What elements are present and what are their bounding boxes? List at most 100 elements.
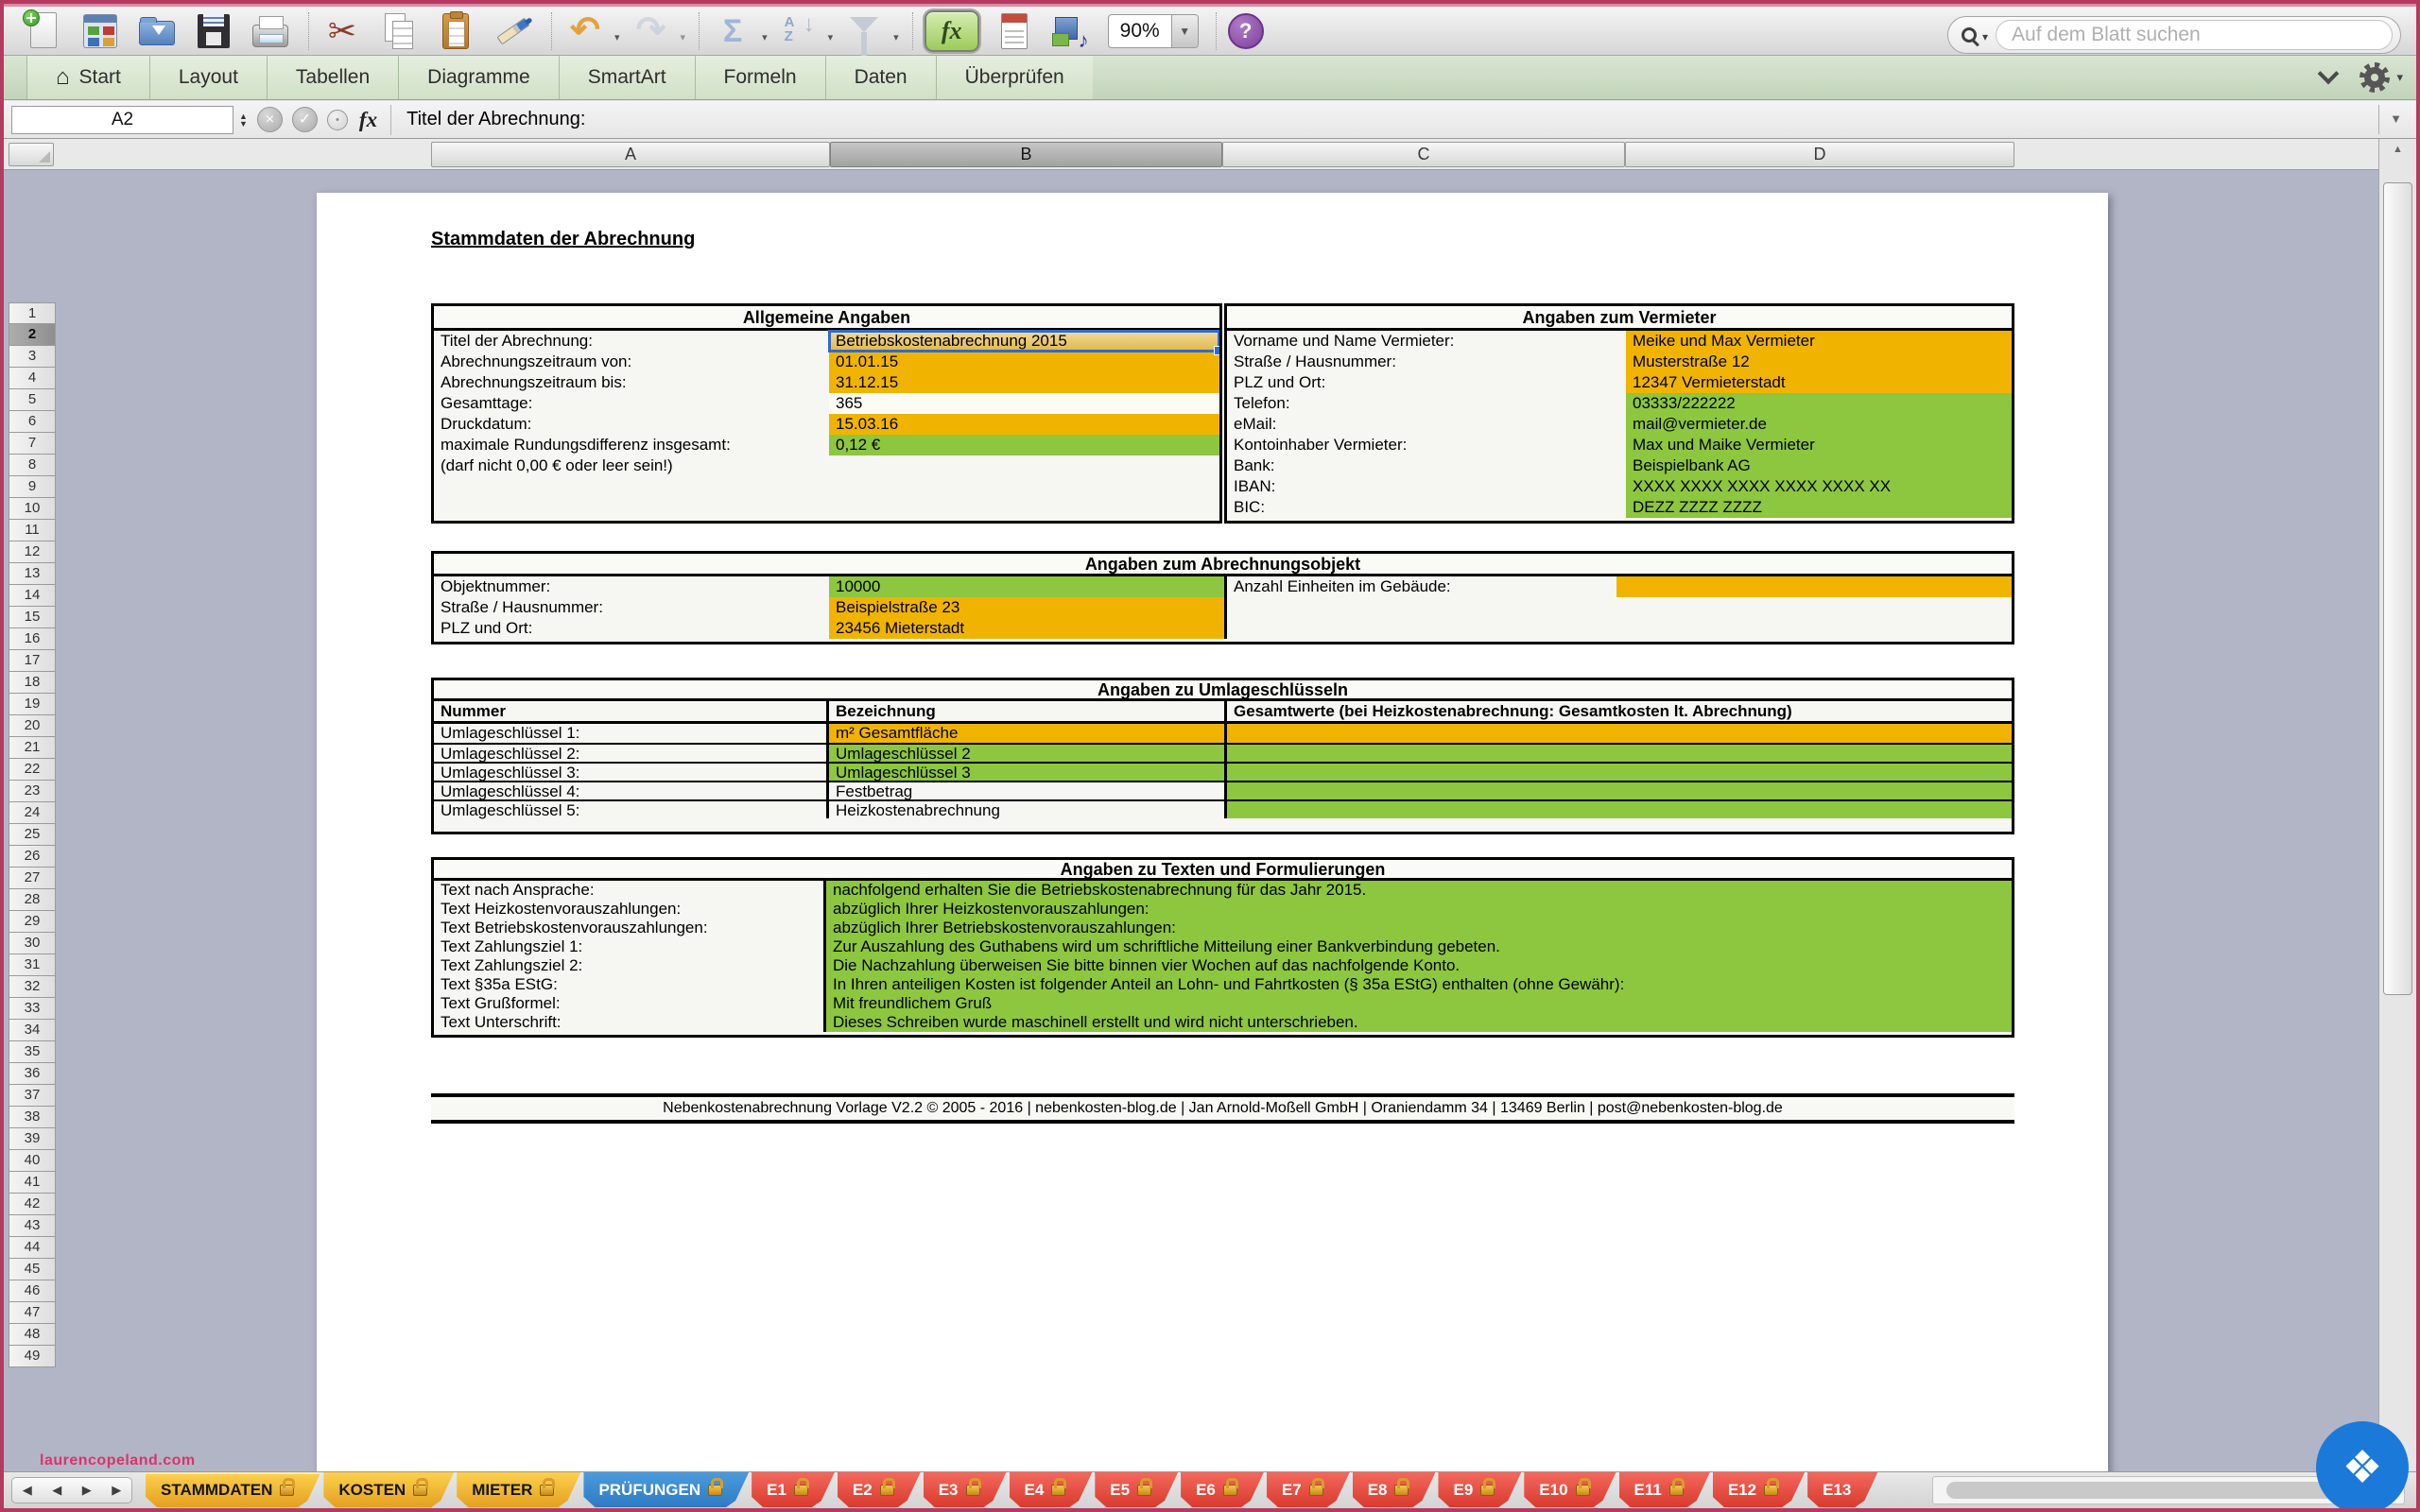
row-header-31[interactable]: 31 bbox=[9, 954, 56, 976]
undo-button[interactable]: ↶ bbox=[563, 9, 607, 53]
cell-value[interactable]: XXXX XXXX XXXX XXXX XXXX XX bbox=[1626, 476, 2012, 497]
horizontal-scroll-thumb[interactable] bbox=[1946, 1482, 2362, 1499]
cell-label[interactable]: Text §35a EStG: bbox=[434, 975, 823, 994]
sheet-tab-e5[interactable]: E5 bbox=[1095, 1472, 1178, 1507]
filter-dropdown[interactable]: ▾ bbox=[893, 31, 899, 43]
cell-bezeichnung[interactable]: Umlageschlüssel 3 bbox=[826, 764, 1224, 781]
cell-label[interactable]: Text Unterschrift: bbox=[434, 1013, 823, 1032]
row-header-46[interactable]: 46 bbox=[9, 1280, 56, 1302]
cell-value[interactable]: 365 bbox=[829, 393, 1219, 414]
row-header-10[interactable]: 10 bbox=[9, 498, 56, 520]
cell-value[interactable]: Meike und Max Vermieter bbox=[1626, 331, 2012, 352]
vertical-scrollbar[interactable]: ▲ ▼ bbox=[2378, 139, 2416, 1475]
cell-value[interactable]: Max und Maike Vermieter bbox=[1626, 435, 2012, 455]
cell-label[interactable]: Anzahl Einheiten im Gebäude: bbox=[1227, 576, 1616, 597]
cell-label[interactable]: PLZ und Ort: bbox=[434, 618, 829, 639]
paste-button[interactable] bbox=[434, 9, 477, 53]
sheet-tab-stammdaten[interactable]: STAMMDATEN bbox=[146, 1472, 320, 1507]
row-header-25[interactable]: 25 bbox=[9, 824, 56, 846]
cell-bezeichnung[interactable]: Heizkostenabrechnung bbox=[826, 801, 1224, 818]
formula-bar-dropdown[interactable]: ▼ bbox=[2378, 105, 2412, 134]
column-header-d[interactable]: D bbox=[1625, 142, 2014, 167]
row-header-36[interactable]: 36 bbox=[9, 1063, 56, 1085]
cell-label[interactable]: (darf nicht 0,00 € oder leer sein!) bbox=[434, 455, 829, 476]
row-header-23[interactable]: 23 bbox=[9, 781, 56, 802]
cell-value[interactable]: In Ihren anteiligen Kosten ist folgender… bbox=[823, 975, 2012, 994]
cell-value[interactable]: 01.01.15 bbox=[829, 352, 1219, 372]
row-header-14[interactable]: 14 bbox=[9, 585, 56, 607]
media-browser-button[interactable]: ♪ bbox=[1049, 9, 1093, 53]
autosum-button[interactable]: Σ bbox=[711, 9, 754, 53]
redo-dropdown[interactable]: ▾ bbox=[681, 31, 686, 43]
cell-value[interactable]: abzüglich Ihrer Betriebskostenvorauszahl… bbox=[823, 919, 2012, 937]
column-header-c[interactable]: C bbox=[1222, 142, 1625, 167]
cell-nummer[interactable]: Umlageschlüssel 2: bbox=[434, 745, 826, 762]
row-header-2[interactable]: 2 bbox=[9, 324, 56, 346]
column-header-nummer[interactable]: Nummer bbox=[434, 701, 826, 721]
row-header-20[interactable]: 20 bbox=[9, 715, 56, 737]
cell-label[interactable]: Text Zahlungsziel 2: bbox=[434, 956, 823, 975]
tab-smartart[interactable]: SmartArt bbox=[559, 56, 695, 99]
collapse-ribbon-icon[interactable] bbox=[2318, 63, 2340, 85]
name-box[interactable]: A2 bbox=[11, 106, 233, 134]
gear-dropdown[interactable]: ▾ bbox=[2396, 70, 2403, 85]
row-header-13[interactable]: 13 bbox=[9, 563, 56, 585]
cell-label[interactable]: maximale Rundungsdifferenz insgesamt: bbox=[434, 435, 829, 455]
cell-nummer[interactable]: Umlageschlüssel 1: bbox=[434, 724, 826, 743]
tab-tabellen[interactable]: Tabellen bbox=[267, 56, 398, 99]
cell-bezeichnung[interactable]: Umlageschlüssel 2 bbox=[826, 745, 1224, 762]
cell-value[interactable]: Beispielstraße 23 bbox=[829, 597, 1224, 618]
cell-value[interactable]: mail@vermieter.de bbox=[1626, 414, 2012, 435]
sheet-tab-e12[interactable]: E12 bbox=[1713, 1472, 1805, 1507]
cell-value[interactable]: abzüglich Ihrer Heizkostenvorauszahlunge… bbox=[823, 900, 2012, 919]
sort-button[interactable]: AZ↓ bbox=[777, 9, 821, 53]
row-header-48[interactable]: 48 bbox=[9, 1324, 56, 1346]
option-dot-button[interactable]: • bbox=[327, 110, 348, 130]
row-header-43[interactable]: 43 bbox=[9, 1215, 56, 1237]
row-header-28[interactable]: 28 bbox=[9, 889, 56, 911]
cell-value[interactable]: Dieses Schreiben wurde maschinell erstel… bbox=[823, 1013, 2012, 1032]
cell-gesamtwert[interactable] bbox=[1224, 801, 2012, 818]
cell-label[interactable]: PLZ und Ort: bbox=[1227, 372, 1626, 393]
vertical-scroll-thumb[interactable] bbox=[2383, 182, 2412, 995]
cell-value[interactable]: 23456 Mieterstadt bbox=[829, 618, 1224, 639]
format-painter-button[interactable] bbox=[491, 9, 534, 53]
row-header-4[interactable]: 4 bbox=[9, 368, 56, 389]
tab-start[interactable]: ⌂Start bbox=[26, 56, 149, 99]
row-header-12[interactable]: 12 bbox=[9, 541, 56, 563]
cut-button[interactable]: ✂ bbox=[320, 9, 364, 53]
sheet-tab-e6[interactable]: E6 bbox=[1181, 1472, 1264, 1507]
template-footer-cell[interactable]: Nebenkostenabrechnung Vorlage V2.2 © 200… bbox=[431, 1093, 2014, 1124]
tab-ueberpruefen[interactable]: Überprüfen bbox=[936, 56, 1093, 99]
cell-value[interactable]: 03333/222222 bbox=[1626, 393, 2012, 414]
row-header-33[interactable]: 33 bbox=[9, 998, 56, 1020]
cell-gesamtwert[interactable] bbox=[1224, 745, 2012, 762]
cell-label[interactable]: Text Zahlungsziel 1: bbox=[434, 937, 823, 956]
formula-input[interactable]: Titel der Abrechnung: bbox=[406, 109, 585, 130]
cell-value[interactable]: 31.12.15 bbox=[829, 372, 1219, 393]
sheet-tab-e11[interactable]: E11 bbox=[1619, 1472, 1710, 1507]
row-header-42[interactable]: 42 bbox=[9, 1194, 56, 1215]
row-header-47[interactable]: 47 bbox=[9, 1302, 56, 1324]
cell-value[interactable]: Musterstraße 12 bbox=[1626, 352, 2012, 372]
cell-label[interactable]: Abrechnungszeitraum bis: bbox=[434, 372, 829, 393]
row-header-39[interactable]: 39 bbox=[9, 1128, 56, 1150]
autosum-dropdown[interactable]: ▾ bbox=[762, 31, 768, 43]
sheet-tab-e13[interactable]: E13 bbox=[1807, 1472, 1877, 1507]
row-header-7[interactable]: 7 bbox=[9, 433, 56, 455]
template-gallery-button[interactable] bbox=[78, 9, 121, 53]
row-header-37[interactable]: 37 bbox=[9, 1085, 56, 1107]
tab-daten[interactable]: Daten bbox=[825, 56, 936, 99]
selection-handle[interactable] bbox=[1214, 346, 1222, 355]
cancel-button[interactable]: × bbox=[257, 107, 283, 132]
row-header-34[interactable]: 34 bbox=[9, 1020, 56, 1041]
column-header-gesamtwerte[interactable]: Gesamtwerte (bei Heizkostenabrechnung: G… bbox=[1224, 701, 2012, 721]
cell-value[interactable]: Betriebskostenabrechnung 2015 bbox=[829, 331, 1219, 352]
section-title[interactable]: Angaben zu Texten und Formulierungen bbox=[434, 860, 2012, 881]
row-header-6[interactable]: 6 bbox=[9, 411, 56, 433]
cell-label[interactable]: Objektnummer: bbox=[434, 576, 829, 597]
cell-value[interactable] bbox=[1616, 576, 2012, 597]
row-header-5[interactable]: 5 bbox=[9, 389, 56, 411]
zoom-dropdown[interactable]: ▼ bbox=[1171, 15, 1198, 47]
sheet-tab-kosten[interactable]: KOSTEN bbox=[323, 1472, 454, 1507]
